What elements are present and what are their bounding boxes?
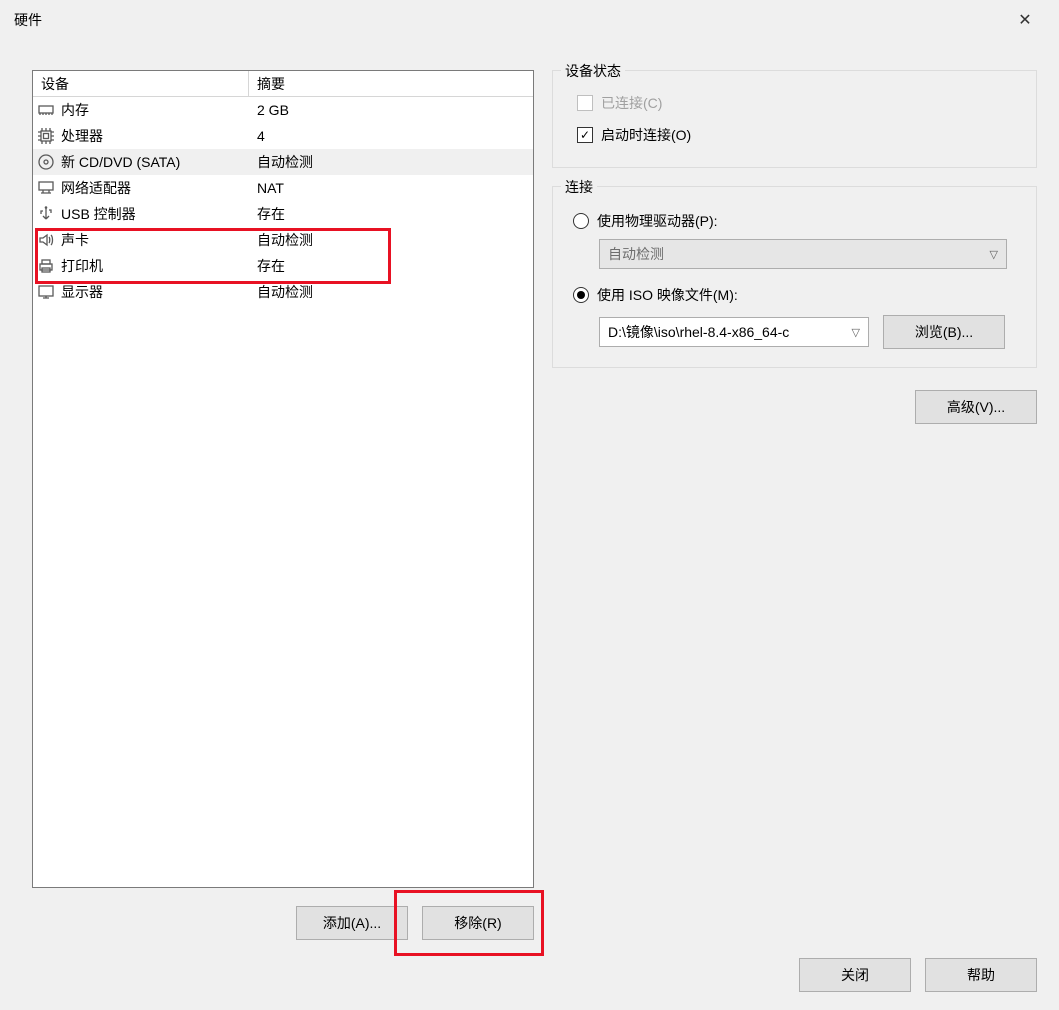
device-summary: 自动检测 xyxy=(257,284,313,300)
table-row[interactable]: 显示器 自动检测 xyxy=(33,279,533,305)
add-button[interactable]: 添加(A)... xyxy=(296,906,408,940)
sound-icon xyxy=(37,231,55,249)
table-row[interactable]: 处理器 4 xyxy=(33,123,533,149)
table-row[interactable]: 内存 2 GB xyxy=(33,97,533,123)
device-summary: 4 xyxy=(257,128,265,144)
radio-icon xyxy=(573,213,589,229)
radio-iso-file[interactable]: 使用 ISO 映像文件(M): xyxy=(573,281,1020,309)
device-summary: 存在 xyxy=(257,206,285,222)
checkbox-connected: 已连接(C) xyxy=(577,89,1020,117)
combo-value: 自动检测 xyxy=(608,244,664,264)
device-name: 网络适配器 xyxy=(61,178,131,198)
cpu-icon xyxy=(37,127,55,145)
usb-icon xyxy=(37,205,55,223)
net-icon xyxy=(37,179,55,197)
display-icon xyxy=(37,283,55,301)
device-name: USB 控制器 xyxy=(61,204,136,224)
group-title-status: 设备状态 xyxy=(561,61,625,81)
printer-icon xyxy=(37,257,55,275)
device-summary: 存在 xyxy=(257,258,285,274)
device-name: 显示器 xyxy=(61,282,103,302)
device-name: 处理器 xyxy=(61,126,103,146)
checkbox-icon: ✓ xyxy=(577,127,593,143)
radio-label: 使用 ISO 映像文件(M): xyxy=(597,285,738,305)
chevron-down-icon: ▽ xyxy=(852,326,860,339)
checkbox-label: 启动时连接(O) xyxy=(601,125,691,145)
table-row[interactable]: 网络适配器 NAT xyxy=(33,175,533,201)
connection-group: 连接 使用物理驱动器(P): 自动检测 ▽ 使用 ISO 映像文件(M): D:… xyxy=(552,186,1037,368)
iso-row: D:\镜像\iso\rhel-8.4-x86_64-c ▽ 浏览(B)... xyxy=(599,315,1020,349)
content: 设备 摘要 内存2 GB处理器4新 CD/DVD (SATA)自动检测网络适配器… xyxy=(0,40,1059,962)
table-row[interactable]: 声卡 自动检测 xyxy=(33,227,533,253)
table-row[interactable]: 打印机 存在 xyxy=(33,253,533,279)
checkbox-label: 已连接(C) xyxy=(601,93,662,113)
radio-icon xyxy=(573,287,589,303)
radio-label: 使用物理驱动器(P): xyxy=(597,211,718,231)
advanced-row: 高级(V)... xyxy=(552,390,1037,424)
left-column: 设备 摘要 内存2 GB处理器4新 CD/DVD (SATA)自动检测网络适配器… xyxy=(32,70,534,962)
combo-value: D:\镜像\iso\rhel-8.4-x86_64-c xyxy=(608,322,789,342)
checkbox-connect-on-start[interactable]: ✓ 启动时连接(O) xyxy=(577,121,1020,149)
remove-button[interactable]: 移除(R) xyxy=(422,906,534,940)
device-name: 声卡 xyxy=(61,230,89,250)
device-table: 设备 摘要 内存2 GB处理器4新 CD/DVD (SATA)自动检测网络适配器… xyxy=(32,70,534,888)
advanced-button[interactable]: 高级(V)... xyxy=(915,390,1037,424)
table-header: 设备 摘要 xyxy=(33,71,533,97)
chevron-down-icon: ▽ xyxy=(990,248,998,261)
device-summary: 2 GB xyxy=(257,102,289,118)
iso-path-select[interactable]: D:\镜像\iso\rhel-8.4-x86_64-c ▽ xyxy=(599,317,869,347)
close-icon[interactable]: ✕ xyxy=(1005,10,1045,30)
device-name: 内存 xyxy=(61,100,89,120)
device-name: 新 CD/DVD (SATA) xyxy=(61,152,180,172)
window-title: 硬件 xyxy=(14,10,42,30)
help-button[interactable]: 帮助 xyxy=(925,958,1037,992)
device-status-group: 设备状态 已连接(C) ✓ 启动时连接(O) xyxy=(552,70,1037,168)
memory-icon xyxy=(37,101,55,119)
browse-button[interactable]: 浏览(B)... xyxy=(883,315,1005,349)
group-title-connection: 连接 xyxy=(561,177,597,197)
device-summary: 自动检测 xyxy=(257,232,313,248)
titlebar: 硬件 ✕ xyxy=(0,0,1059,40)
col-summary[interactable]: 摘要 xyxy=(249,71,533,96)
table-row[interactable]: USB 控制器 存在 xyxy=(33,201,533,227)
device-summary: 自动检测 xyxy=(257,154,313,170)
checkbox-icon xyxy=(577,95,593,111)
close-button[interactable]: 关闭 xyxy=(799,958,911,992)
device-summary: NAT xyxy=(257,180,284,196)
table-row[interactable]: 新 CD/DVD (SATA) 自动检测 xyxy=(33,149,533,175)
col-device[interactable]: 设备 xyxy=(33,71,249,96)
right-column: 设备状态 已连接(C) ✓ 启动时连接(O) 连接 使用物理驱动器(P): 自动… xyxy=(552,70,1037,962)
physical-drive-select: 自动检测 ▽ xyxy=(599,239,1007,269)
disc-icon xyxy=(37,153,55,171)
device-name: 打印机 xyxy=(61,256,103,276)
radio-physical-drive[interactable]: 使用物理驱动器(P): xyxy=(573,207,1020,235)
device-buttons: 添加(A)... 移除(R) xyxy=(32,902,534,962)
footer-buttons: 关闭 帮助 xyxy=(799,958,1037,992)
